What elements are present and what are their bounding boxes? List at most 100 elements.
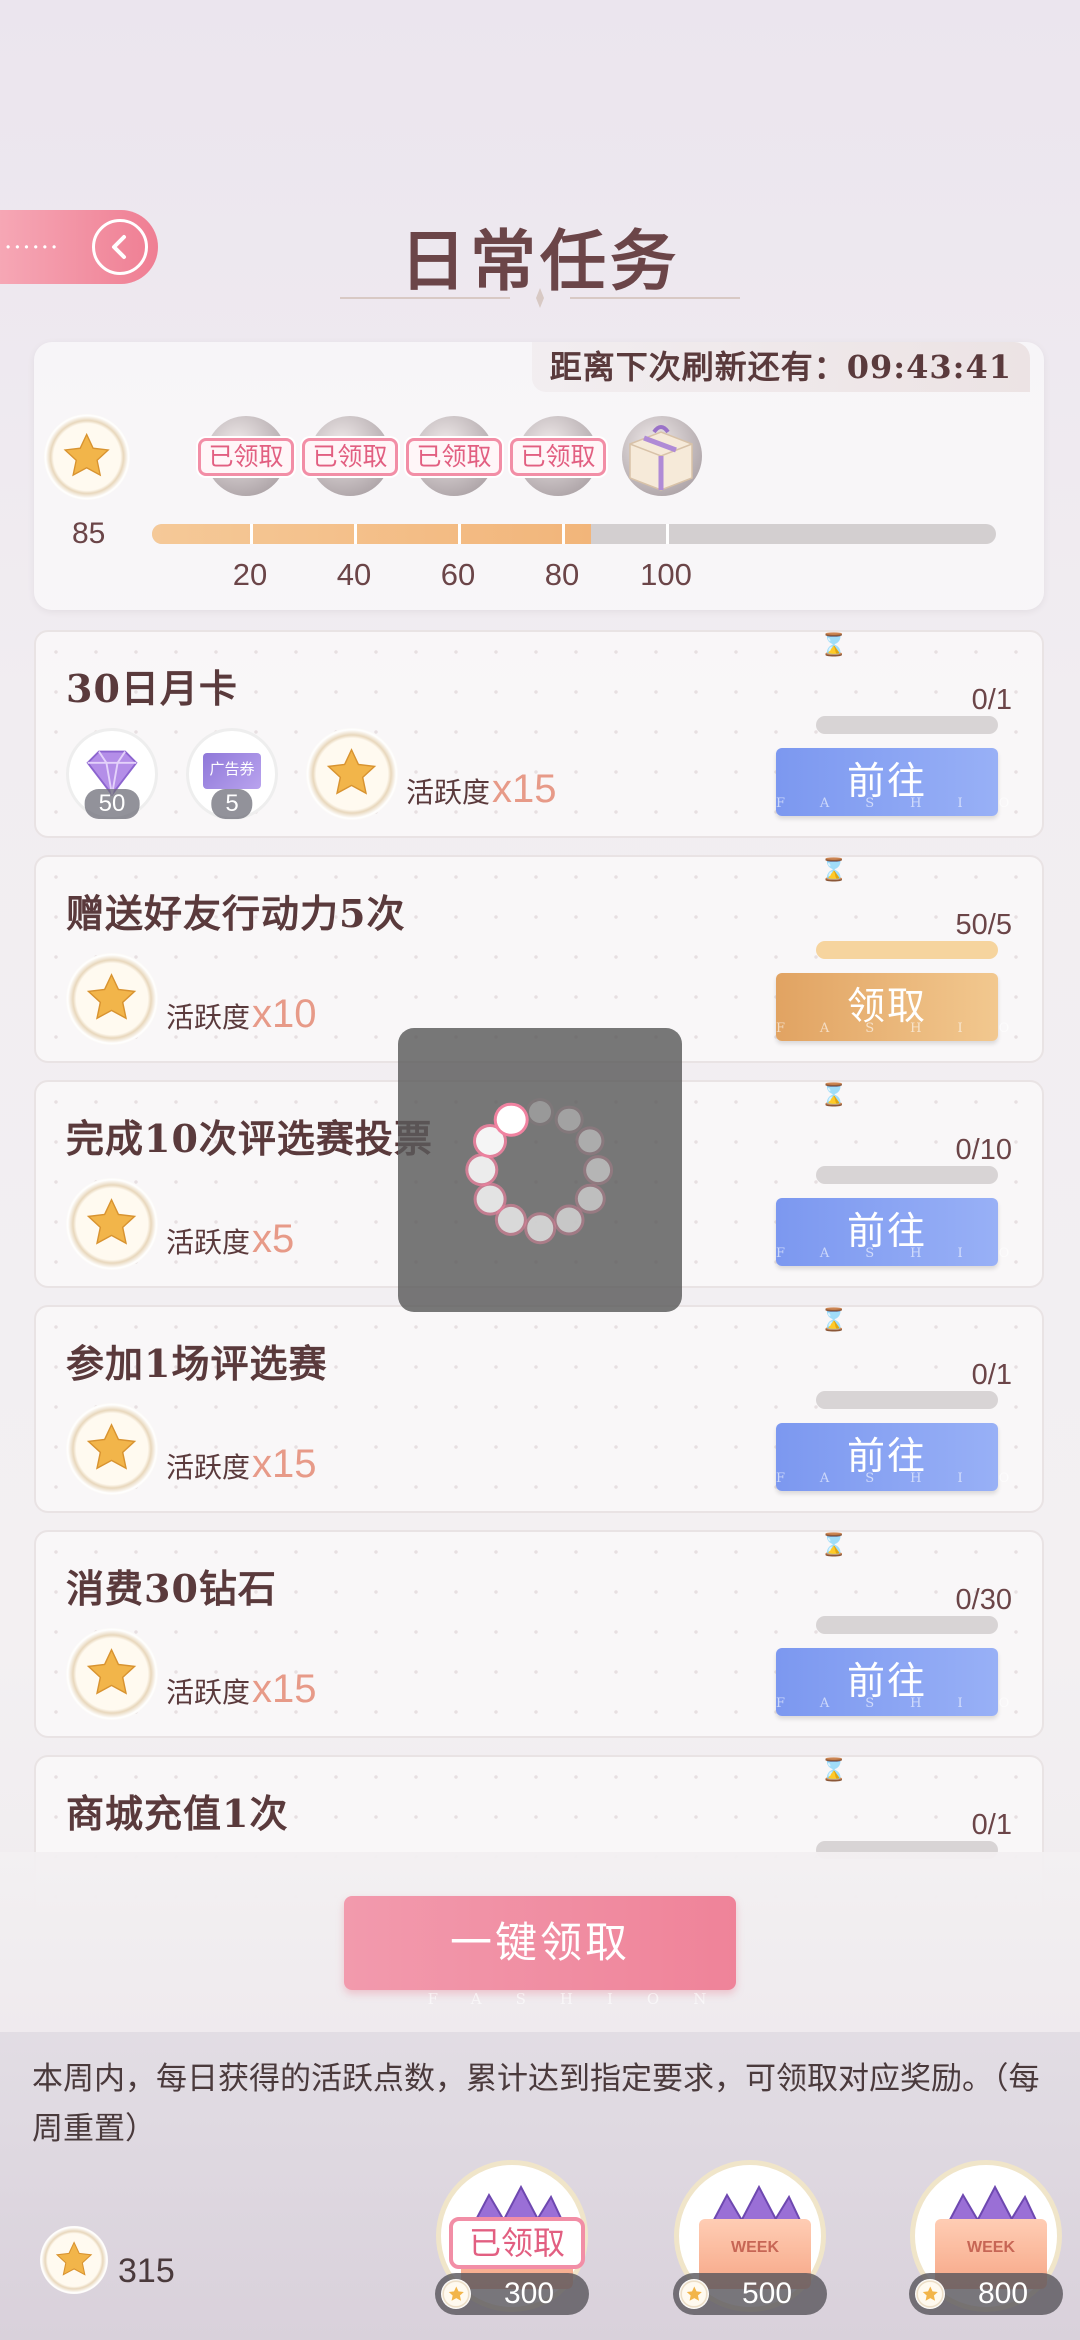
gift-box-icon: [629, 425, 693, 491]
spinner-dot: [556, 1207, 582, 1233]
reward-activity-label: 活跃度: [166, 1227, 251, 1258]
star-icon: [679, 2279, 709, 2309]
weekly-description: 本周内，每日获得的活跃点数，累计达到指定要求，可领取对应奖励。（每周重置）: [32, 2061, 1040, 2146]
activity-star-icon: [66, 953, 158, 1045]
claimed-stamp: 已领取: [449, 2217, 585, 2269]
task-progress-bar: [816, 941, 998, 959]
go-button[interactable]: 前往FASHION: [776, 1198, 1042, 1266]
chest-requirement-value: 800: [977, 2277, 1029, 2310]
reward-multiplier: x5: [252, 1217, 295, 1261]
clip-decoration: ⌛: [820, 1307, 848, 1332]
milestone-gift[interactable]: 已领取: [302, 412, 398, 498]
track-tick: [250, 524, 253, 544]
chest-requirement-value: 500: [741, 2277, 793, 2310]
clip-decoration: ⌛: [820, 1532, 848, 1557]
task-title: 30日月卡: [66, 666, 238, 711]
task-progress-bar: [816, 1391, 998, 1409]
task-progress: 0/1: [971, 684, 1012, 716]
task-card: ⌛ 消费30钻石 0/30 活跃度x15 前往FASHION: [34, 1530, 1044, 1738]
claim-button[interactable]: 领取FASHION: [776, 973, 1042, 1041]
task-title: 商城充值1次: [66, 1791, 289, 1836]
chest-week-tag: WEEK: [967, 2239, 1015, 2256]
milestone-gift[interactable]: 已领取: [510, 412, 606, 498]
claimed-stamp: 已领取: [198, 438, 294, 476]
weekly-points-value: 315: [118, 2252, 175, 2290]
ad-ticket-icon: 广告券 5: [186, 728, 278, 820]
claim-all-label: 一键领取: [449, 1919, 630, 1966]
claim-all-button[interactable]: 一键领取 FASHION: [344, 1896, 736, 2008]
go-button[interactable]: 前往FASHION: [776, 1648, 1042, 1716]
weekly-chest[interactable]: WEEK 800: [909, 2160, 1063, 2315]
clip-decoration: ⌛: [820, 632, 848, 657]
task-title: 完成10次评选赛投票: [66, 1116, 433, 1161]
go-button-label: 前往: [846, 1211, 927, 1253]
activity-star-icon: [66, 1403, 158, 1495]
star-icon: [441, 2279, 471, 2309]
reward-activity-label: 活跃度: [166, 1002, 251, 1033]
spinner-dot: [476, 1185, 504, 1213]
spinner-dot: [475, 1127, 504, 1155]
chest-requirement-value: 300: [503, 2277, 555, 2310]
clip-decoration: ⌛: [820, 1757, 848, 1782]
task-progress: 0/1: [971, 1809, 1012, 1841]
task-progress-bar: [816, 1166, 998, 1184]
clip-decoration: ⌛: [820, 857, 848, 882]
chest-requirement: 300: [435, 2273, 589, 2315]
reward-activity: 活跃度x15: [406, 767, 557, 812]
spinner-dot: [527, 1215, 553, 1241]
track-tick: [666, 524, 669, 544]
track-tick: [458, 524, 461, 544]
milestone-label: 100: [640, 557, 692, 592]
reward-activity: 活跃度x15: [166, 1442, 317, 1487]
reward-activity: 活跃度x5: [166, 1217, 294, 1262]
milestone-gift[interactable]: 已领取: [406, 412, 502, 498]
clip-decoration: ⌛: [820, 1082, 848, 1107]
chest-week-tag: WEEK: [731, 2239, 779, 2256]
milestone-gift[interactable]: 已领取: [198, 412, 294, 498]
activity-star-icon: [306, 728, 398, 820]
reward-multiplier: x15: [492, 767, 557, 811]
task-progress: 0/30: [955, 1584, 1012, 1616]
reward-activity-label: 活跃度: [166, 1452, 251, 1483]
task-card: ⌛ 30日月卡 0/1 50 广告券 5 活跃度x15 前往FASHION: [34, 630, 1044, 838]
activity-star-icon: [66, 1178, 158, 1270]
spinner-dot: [586, 1158, 610, 1182]
milestone-label: 20: [232, 557, 268, 592]
task-title: 参加1场评选赛: [66, 1341, 328, 1386]
reward-multiplier: x10: [252, 992, 317, 1036]
activity-progress-fill: [152, 524, 591, 544]
claimed-stamp: 已领取: [406, 438, 502, 476]
go-button[interactable]: 前往FASHION: [776, 1423, 1042, 1491]
weekly-star-icon: [40, 2226, 108, 2294]
star-icon: [915, 2279, 945, 2309]
claimed-stamp: 已领取: [510, 438, 606, 476]
task-progress-bar: [816, 716, 998, 734]
reward-activity: 活跃度x10: [166, 992, 317, 1037]
activity-points-value: 85: [72, 517, 106, 550]
milestone-gift[interactable]: [618, 412, 704, 498]
weekly-chest[interactable]: 已领取 300: [435, 2160, 589, 2315]
refresh-countdown: 距离下次刷新还有：09:43:41: [531, 342, 1030, 392]
go-button[interactable]: 前往FASHION: [776, 748, 1042, 816]
spinner-dot: [578, 1129, 602, 1153]
weekly-chest[interactable]: WEEK 500: [673, 2160, 827, 2315]
reward-activity-label: 活跃度: [166, 1677, 251, 1708]
chest-requirement: 800: [909, 2273, 1063, 2315]
task-title: 赠送好友行动力5次: [66, 891, 406, 936]
spinner-dot: [497, 1207, 525, 1234]
reward-multiplier: x15: [252, 1442, 317, 1486]
diamond-count: 50: [84, 789, 140, 819]
activity-progress-panel: 距离下次刷新还有：09:43:41 85 已领取 已领取 已领取 已领取 20 …: [34, 342, 1044, 610]
task-progress: 0/10: [955, 1134, 1012, 1166]
spinner-dot: [557, 1108, 581, 1132]
spinner-dot: [496, 1105, 526, 1135]
spinner-dot: [529, 1101, 551, 1123]
reward-activity-label: 活跃度: [406, 777, 491, 808]
task-card: ⌛ 参加1场评选赛 0/1 活跃度x15 前往FASHION: [34, 1305, 1044, 1513]
track-tick: [354, 524, 357, 544]
reward-activity: 活跃度x15: [166, 1667, 317, 1712]
chest-requirement: 500: [673, 2273, 827, 2315]
reward-multiplier: x15: [252, 1667, 317, 1711]
milestone-label: 60: [440, 557, 476, 592]
activity-progress-bar: [152, 524, 996, 544]
